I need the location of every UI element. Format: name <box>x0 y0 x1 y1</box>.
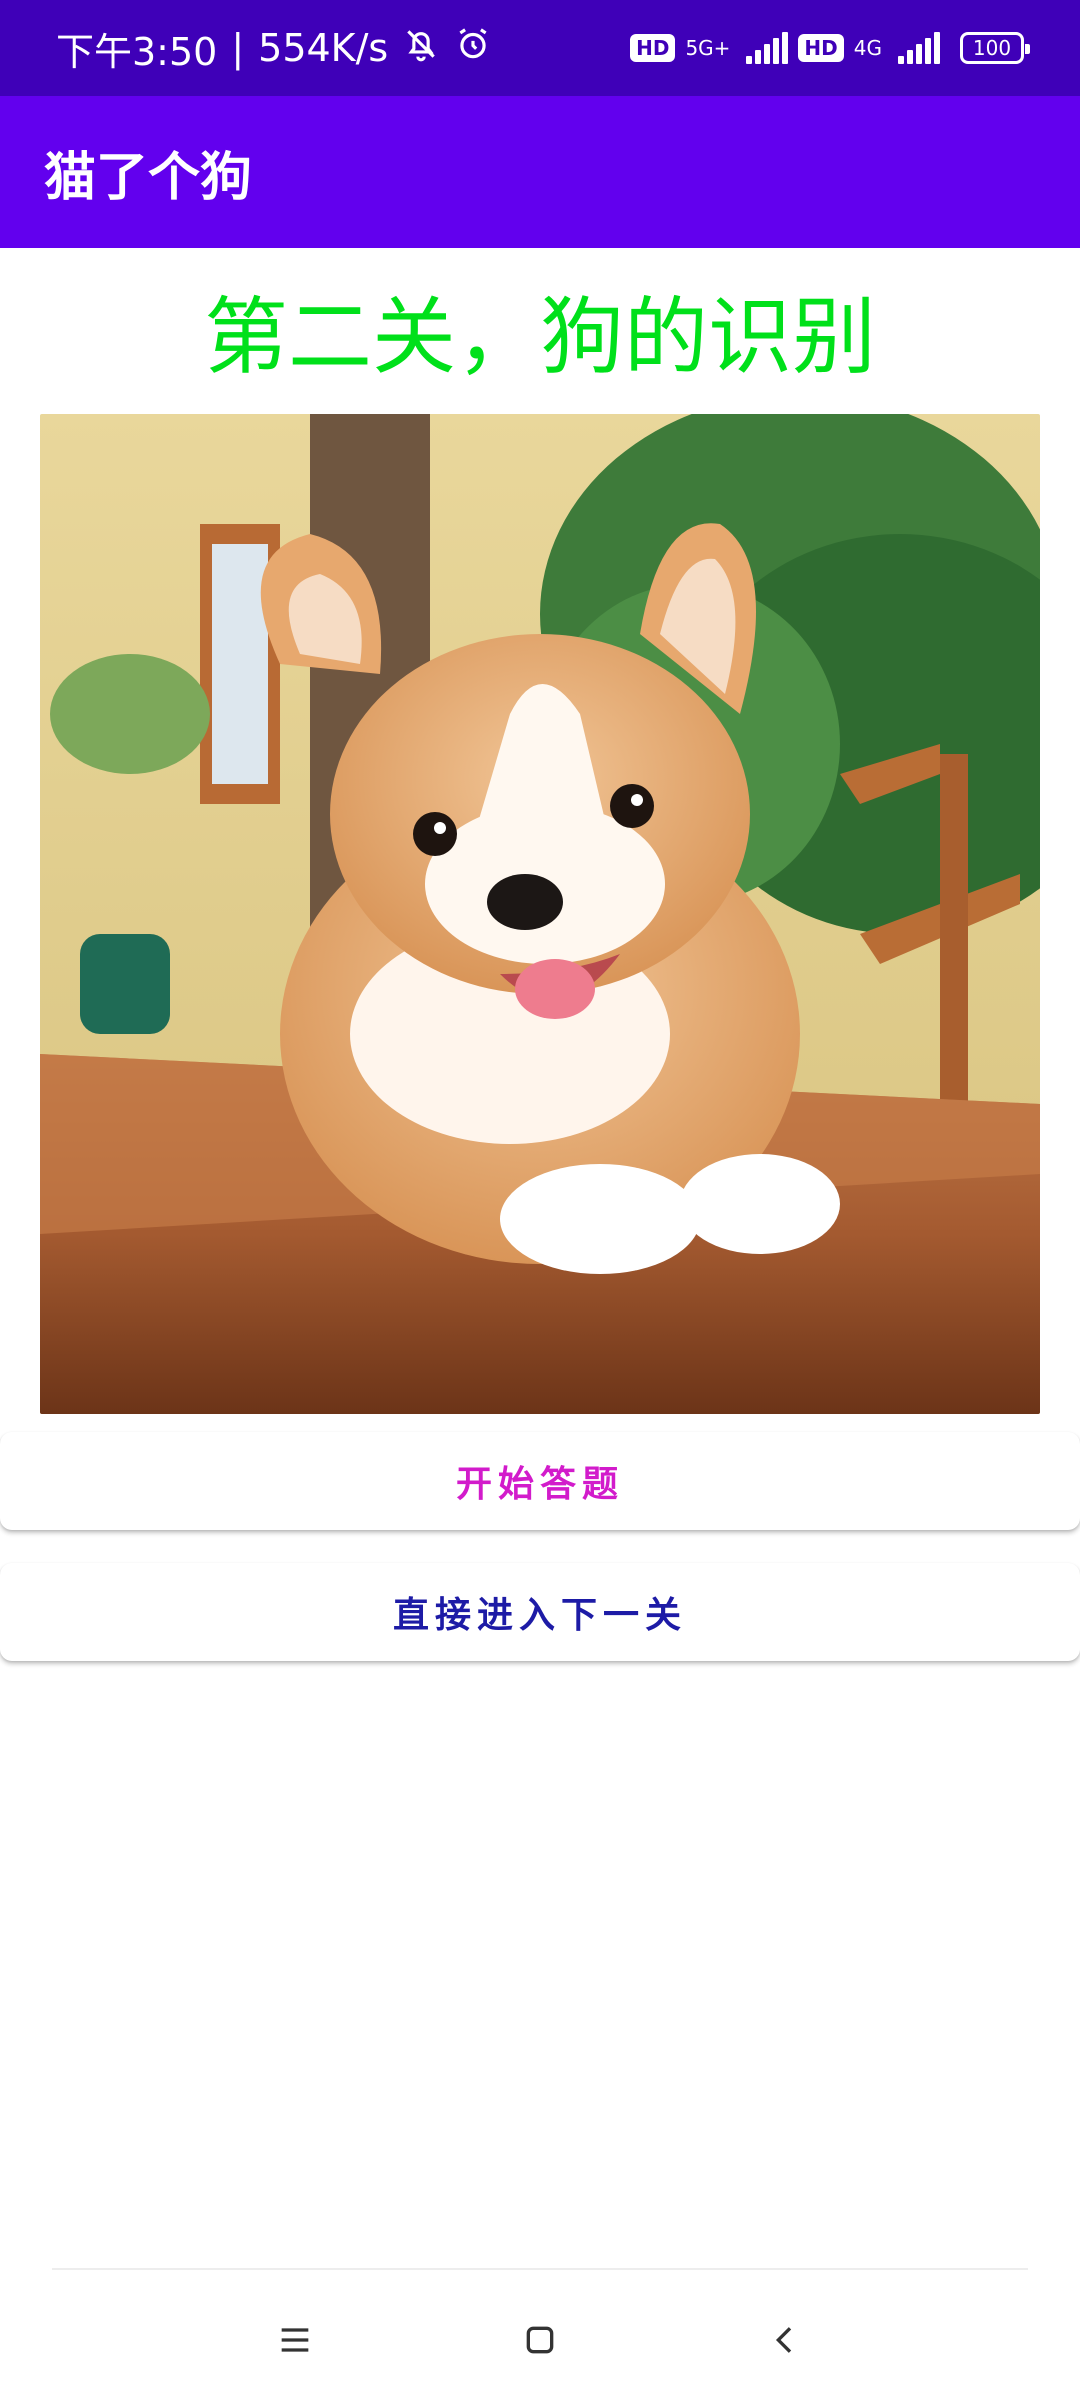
app-bar: 猫了个狗 <box>0 96 1080 248</box>
mute-bell-icon <box>402 25 440 72</box>
network-type-2: 4G <box>853 36 882 60</box>
level-title: 第二关，狗的识别 <box>203 288 876 386</box>
signal-strength-icon-1 <box>746 32 789 64</box>
battery-icon: 100 <box>960 32 1030 64</box>
status-time: 下午3:50 <box>56 29 218 74</box>
back-icon[interactable] <box>745 2310 825 2370</box>
app-title: 猫了个狗 <box>44 147 253 208</box>
skip-to-next-level-button[interactable]: 直接进入下一关 <box>0 1563 1080 1661</box>
status-bar: 下午3:50 | 554K/s HD 5G+ HD 4G 100 <box>0 0 1080 96</box>
navigation-bar <box>0 2270 1080 2400</box>
status-right: HD 5G+ HD 4G 100 <box>630 32 1030 64</box>
hd-badge-1: HD <box>630 34 676 62</box>
status-left: 下午3:50 | 554K/s <box>56 21 492 76</box>
network-speed: 554K/s <box>258 26 389 70</box>
alarm-icon <box>454 25 492 72</box>
menu-icon[interactable] <box>255 2310 335 2370</box>
status-separator: | <box>231 26 245 70</box>
hd-badge-2: HD <box>798 34 844 62</box>
home-icon[interactable] <box>500 2310 580 2370</box>
signal-strength-icon-2 <box>898 32 940 64</box>
start-answer-button[interactable]: 开始答题 <box>0 1432 1080 1530</box>
battery-level: 100 <box>972 36 1012 60</box>
network-type-1: 5G+ <box>685 36 731 60</box>
corgi-photo <box>40 414 1040 1414</box>
